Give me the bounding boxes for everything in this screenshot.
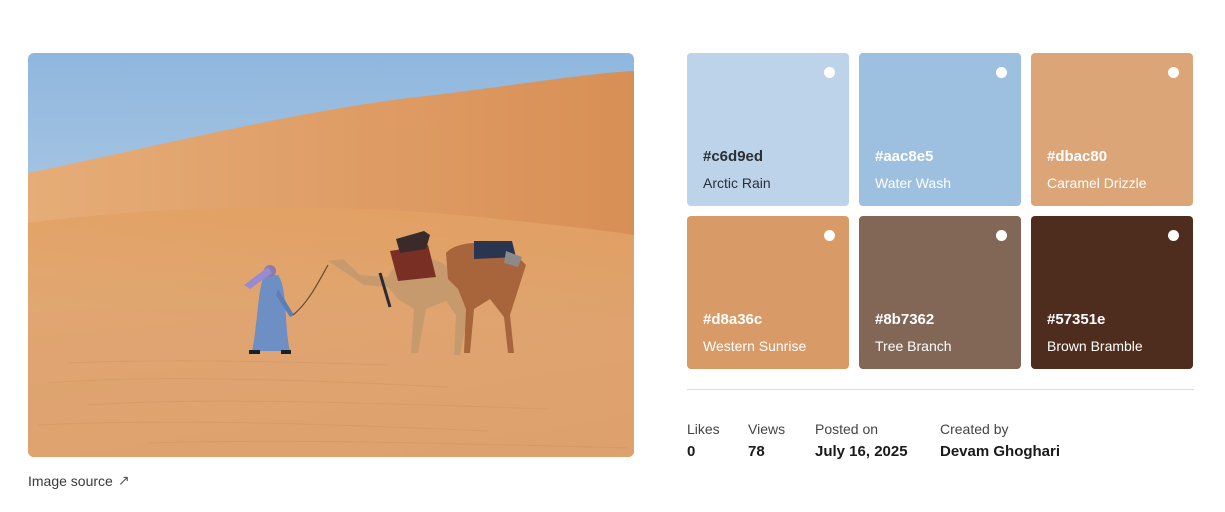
swatch-hex: #57351e (1047, 311, 1106, 328)
select-dot-icon[interactable] (1168, 67, 1179, 78)
swatch-name: Western Sunrise (703, 338, 807, 354)
swatch-western-sunrise[interactable]: #d8a36c Western Sunrise (687, 216, 849, 369)
swatch-name: Brown Bramble (1047, 338, 1143, 354)
views-value: 78 (748, 443, 765, 460)
creator-name[interactable]: Devam Ghoghari (940, 443, 1060, 460)
stats-row: Likes 0 Views 78 Posted on July 16, 2025… (687, 421, 1194, 471)
likes-value: 0 (687, 443, 696, 460)
swatch-caramel-drizzle[interactable]: #dbac80 Caramel Drizzle (1031, 53, 1193, 206)
select-dot-icon[interactable] (824, 230, 835, 241)
swatch-brown-bramble[interactable]: #57351e Brown Bramble (1031, 216, 1193, 369)
swatch-water-wash[interactable]: #aac8e5 Water Wash (859, 53, 1021, 206)
created-label: Created by (940, 421, 1009, 437)
image-source-link[interactable]: Image source ↗ (28, 472, 130, 489)
likes-stat: Likes 0 (687, 421, 720, 460)
swatch-hex: #c6d9ed (703, 148, 764, 165)
external-arrow-icon: ↗ (117, 472, 130, 488)
swatch-hex: #aac8e5 (875, 148, 934, 165)
posted-value: July 16, 2025 (815, 443, 908, 460)
swatch-hex: #8b7362 (875, 311, 935, 328)
created-stat: Created by Devam Ghoghari (940, 421, 1060, 460)
swatch-name: Caramel Drizzle (1047, 175, 1147, 191)
image-source-label: Image source (28, 472, 113, 489)
views-label: Views (748, 421, 786, 437)
swatch-name: Arctic Rain (703, 175, 771, 191)
swatch-hex: #d8a36c (703, 311, 763, 328)
desert-photo (28, 53, 634, 457)
select-dot-icon[interactable] (824, 67, 835, 78)
select-dot-icon[interactable] (1168, 230, 1179, 241)
posted-label: Posted on (815, 421, 879, 437)
likes-label: Likes (687, 421, 720, 437)
swatch-arctic-rain[interactable]: #c6d9ed Arctic Rain (687, 53, 849, 206)
views-stat: Views 78 (748, 421, 785, 460)
swatch-tree-branch[interactable]: #8b7362 Tree Branch (859, 216, 1021, 369)
swatch-name: Water Wash (875, 175, 951, 191)
color-palette: #c6d9ed Arctic Rain #aac8e5 Water Wash #… (687, 53, 1194, 369)
divider (687, 389, 1194, 390)
posted-stat: Posted on July 16, 2025 (815, 421, 908, 460)
select-dot-icon[interactable] (996, 67, 1007, 78)
swatch-name: Tree Branch (875, 338, 952, 354)
select-dot-icon[interactable] (996, 230, 1007, 241)
swatch-hex: #dbac80 (1047, 148, 1108, 165)
